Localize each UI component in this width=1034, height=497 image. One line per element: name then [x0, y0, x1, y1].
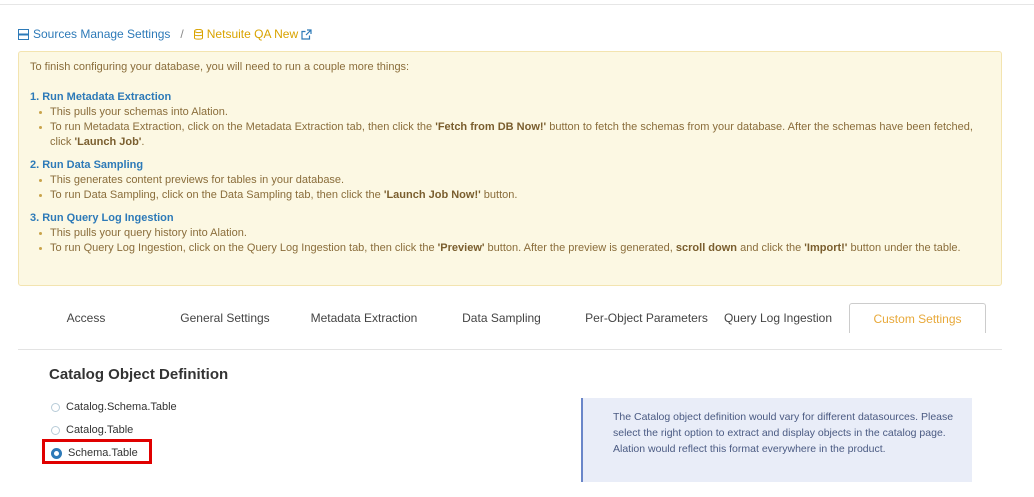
tab-query-log-ingestion[interactable]: Query Log Ingestion — [721, 303, 835, 333]
radio-unchecked-icon[interactable] — [51, 402, 60, 412]
tab-custom-settings[interactable]: Custom Settings — [849, 303, 986, 333]
step-detail: This pulls your query history into Alati… — [39, 226, 989, 241]
breadcrumb-separator: / — [180, 27, 184, 41]
step-detail: To run Metadata Extraction, click on the… — [39, 120, 989, 150]
step-data-sampling: 2. Run Data Sampling This generates cont… — [30, 158, 989, 203]
step-detail: This pulls your schemas into Alation. — [39, 105, 989, 120]
radio-catalog-table[interactable]: Catalog.Table — [51, 424, 133, 436]
radio-label: Catalog.Table — [66, 424, 134, 436]
radio-label: Catalog.Schema.Table — [66, 401, 177, 413]
database-icon — [193, 28, 203, 40]
tab-access[interactable]: Access — [36, 303, 136, 333]
step-detail: This generates content previews for tabl… — [39, 173, 989, 188]
setup-instructions-notice: To finish configuring your database, you… — [18, 51, 1002, 286]
tab-metadata-extraction[interactable]: Metadata Extraction — [300, 303, 428, 333]
breadcrumb-current-source[interactable]: Netsuite QA New — [193, 27, 316, 41]
step-metadata-extraction: 1. Run Metadata Extraction This pulls yo… — [30, 90, 989, 150]
breadcrumb: Sources Manage Settings / Netsuite QA Ne… — [18, 27, 316, 41]
breadcrumb-sources-label: Sources Manage Settings — [33, 27, 171, 41]
step-title: 3. Run Query Log Ingestion — [30, 212, 174, 224]
settings-tabs: Access General Settings Metadata Extract… — [18, 303, 1002, 350]
catalog-info-text: The Catalog object definition would vary… — [613, 411, 954, 455]
external-link-icon[interactable] — [301, 28, 312, 40]
step-detail: To run Query Log Ingestion, click on the… — [39, 241, 989, 256]
step-detail: To run Data Sampling, click on the Data … — [39, 188, 989, 203]
breadcrumb-current-label: Netsuite QA New — [206, 27, 299, 41]
tab-general-settings[interactable]: General Settings — [168, 303, 282, 333]
step-title: 1. Run Metadata Extraction — [30, 91, 172, 103]
step-title: 2. Run Data Sampling — [30, 159, 144, 171]
step-query-log-ingestion: 3. Run Query Log Ingestion This pulls yo… — [30, 211, 989, 256]
selection-highlight-box — [42, 439, 152, 464]
notice-intro: To finish configuring your database, you… — [30, 61, 410, 73]
top-divider — [0, 4, 1034, 5]
breadcrumb-sources-link[interactable]: Sources Manage Settings — [18, 27, 170, 41]
radio-catalog-schema-table[interactable]: Catalog.Schema.Table — [51, 401, 177, 413]
radio-unchecked-icon[interactable] — [51, 425, 60, 435]
catalog-object-definition-title: Catalog Object Definition — [49, 366, 229, 383]
server-icon — [18, 28, 29, 40]
catalog-info-box: The Catalog object definition would vary… — [581, 398, 972, 482]
tab-per-object-parameters[interactable]: Per-Object Parameters — [574, 303, 719, 333]
tab-data-sampling[interactable]: Data Sampling — [448, 303, 555, 333]
